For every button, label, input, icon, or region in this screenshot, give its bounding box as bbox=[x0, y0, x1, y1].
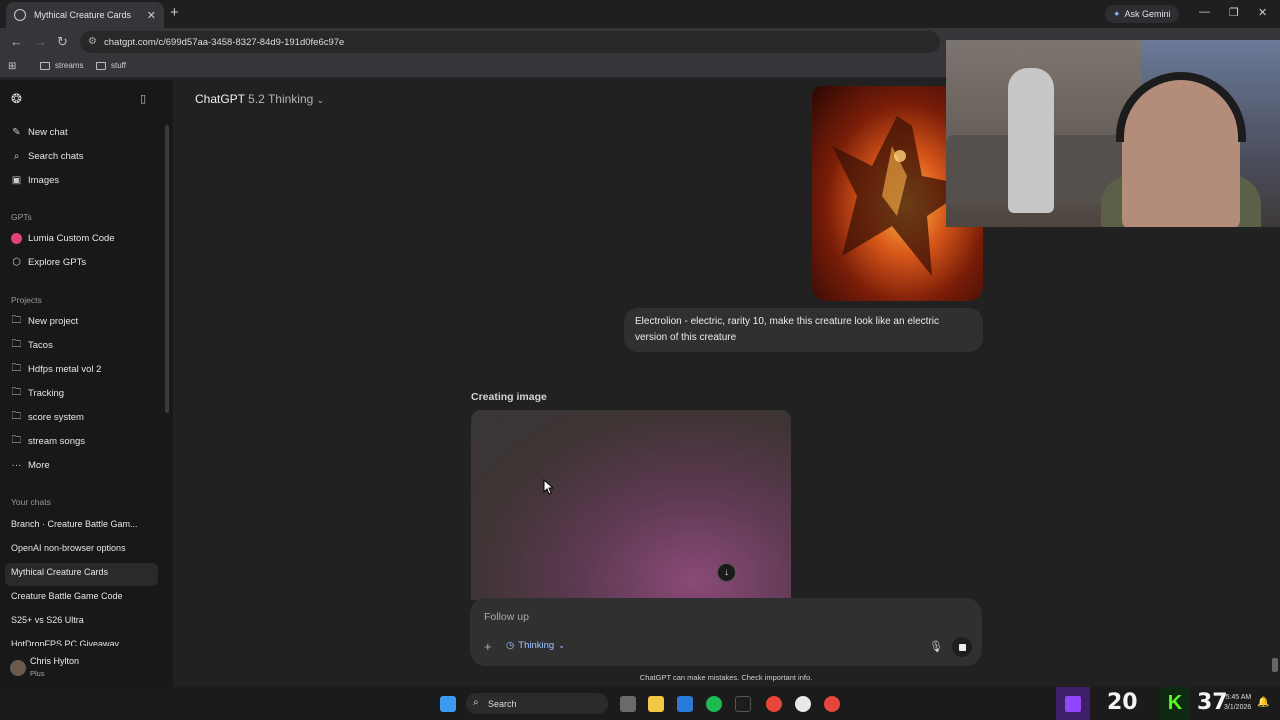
chatgpt-app-icon[interactable] bbox=[795, 696, 811, 712]
webcam-overlay bbox=[946, 40, 1280, 227]
thinking-mode-button[interactable]: ◷ Thinking ⌄ bbox=[506, 640, 565, 651]
spotify-icon[interactable] bbox=[706, 696, 722, 712]
search-icon: ⌕ bbox=[13, 151, 20, 162]
twitch-viewer-count: 20 bbox=[1107, 690, 1138, 715]
sidebar-item-images[interactable]: ▣ Images bbox=[11, 175, 59, 186]
main-scrollbar[interactable] bbox=[1272, 658, 1278, 672]
bookmark-streams[interactable]: streams bbox=[40, 61, 83, 70]
new-tab-icon[interactable]: + bbox=[170, 4, 179, 21]
hudfx-icon[interactable] bbox=[735, 696, 751, 712]
close-sidebar-icon[interactable]: ▯ bbox=[140, 92, 146, 105]
chrome-icon[interactable] bbox=[766, 696, 782, 712]
sidebar-item-new-project[interactable]: 🗀 New project bbox=[11, 315, 79, 327]
folder-icon bbox=[96, 61, 106, 70]
webcam-person-child bbox=[1008, 68, 1054, 213]
sparkle-icon: ✦ bbox=[1113, 8, 1121, 19]
follow-up-input[interactable] bbox=[484, 608, 904, 626]
sidebar-item-tracking[interactable]: 🗀 Tracking bbox=[11, 387, 65, 399]
folder-icon: 🗀 bbox=[11, 411, 22, 422]
notepad-icon[interactable] bbox=[677, 696, 693, 712]
windows-start-icon[interactable] bbox=[440, 696, 456, 712]
your-chats-heading: Your chats bbox=[11, 497, 51, 507]
notification-bell-icon[interactable]: 🔔 bbox=[1257, 697, 1269, 708]
site-info-icon[interactable]: ⚙ bbox=[88, 36, 97, 47]
kick-icon: K bbox=[1160, 687, 1190, 720]
task-view-icon[interactable] bbox=[620, 696, 636, 712]
chevron-down-icon: ⌄ bbox=[316, 95, 325, 105]
back-icon[interactable]: ← bbox=[10, 34, 23, 49]
disclaimer-text: ChatGPT can make mistakes. Check importa… bbox=[639, 673, 813, 682]
bookmark-stuff[interactable]: stuff bbox=[96, 61, 126, 70]
chat-sidebar: ❂ ▯ ✎ New chat ⌕ Search chats ▣ Images G… bbox=[0, 80, 173, 687]
folder-icon: 🗀 bbox=[11, 363, 22, 374]
image-generation-placeholder bbox=[471, 410, 791, 600]
openai-logo-icon[interactable]: ❂ bbox=[11, 91, 22, 107]
sidebar-item-lumia-custom-code[interactable]: Lumia Custom Code bbox=[11, 233, 115, 244]
sidebar-item-hdfps-metal[interactable]: 🗀 Hdfps metal vol 2 bbox=[11, 363, 102, 375]
taskbar-search[interactable]: ⌕ Search bbox=[466, 693, 608, 714]
reload-icon[interactable]: ↻ bbox=[57, 34, 68, 50]
projects-heading: Projects bbox=[11, 295, 42, 305]
sidebar-item-tacos[interactable]: 🗀 Tacos bbox=[11, 339, 53, 351]
user-plan: Plus bbox=[30, 669, 45, 678]
search-icon: ⌕ bbox=[473, 697, 479, 708]
timer-icon: ◷ bbox=[506, 640, 515, 651]
twitch-icon bbox=[1056, 687, 1090, 720]
microphone-icon[interactable]: 🎙 bbox=[929, 640, 943, 653]
user-profile[interactable]: Chris Hylton Plus bbox=[0, 650, 173, 687]
avatar bbox=[10, 660, 26, 676]
apps-grid-icon[interactable]: ⊞ bbox=[8, 61, 16, 72]
chat-item[interactable]: OpenAI non-browser options bbox=[11, 543, 126, 553]
taskbar-clock[interactable]: 5:45 AM 3/1/2026 bbox=[1224, 693, 1251, 713]
minimize-icon[interactable]: — bbox=[1199, 6, 1210, 18]
sidebar-item-new-chat[interactable]: ✎ New chat bbox=[11, 127, 67, 138]
chevron-down-icon: ⌄ bbox=[558, 641, 565, 650]
stop-icon bbox=[958, 643, 966, 651]
cube-icon: ⬡ bbox=[12, 257, 21, 268]
user-name: Chris Hylton bbox=[30, 656, 80, 666]
chrome-active-icon[interactable] bbox=[824, 696, 840, 712]
folder-icon bbox=[40, 61, 50, 70]
chat-item-active[interactable]: Mythical Creature Cards bbox=[11, 567, 108, 577]
folder-icon: 🗀 bbox=[11, 339, 22, 350]
more-icon: ··· bbox=[11, 460, 22, 471]
creating-image-status: Creating image bbox=[471, 391, 547, 403]
chat-item[interactable]: HotDropFPS PC Giveaway bbox=[11, 639, 119, 646]
chat-item[interactable]: Creature Battle Game Code bbox=[11, 591, 123, 601]
scroll-down-icon[interactable]: ↓ bbox=[717, 563, 736, 582]
stop-generation-button[interactable] bbox=[952, 637, 972, 657]
chat-item[interactable]: Branch · Creature Battle Gam... bbox=[11, 519, 138, 529]
sidebar-item-stream-songs[interactable]: 🗀 stream songs bbox=[11, 435, 86, 447]
mouse-cursor-icon bbox=[543, 479, 553, 495]
browser-tab[interactable]: Mythical Creature Cards ✕ bbox=[6, 2, 164, 28]
gpt-avatar-icon bbox=[11, 233, 22, 244]
windows-taskbar: ⌕ Search 20 K 37 5:45 AM 3/1/2026 🔔 bbox=[0, 687, 1280, 720]
chat-item[interactable]: S25+ vs S26 Ultra bbox=[11, 615, 84, 625]
ask-gemini-button[interactable]: ✦ Ask Gemini bbox=[1105, 5, 1179, 23]
compose-icon: ✎ bbox=[12, 127, 21, 138]
close-tab-icon[interactable]: ✕ bbox=[147, 9, 156, 22]
folder-plus-icon: 🗀 bbox=[11, 315, 22, 326]
model-selector[interactable]: ChatGPT 5.2 Thinking ⌄ bbox=[195, 92, 324, 106]
sidebar-item-more[interactable]: ··· More bbox=[11, 460, 50, 471]
file-explorer-icon[interactable] bbox=[648, 696, 664, 712]
user-message-bubble: Electrolion - electric, rarity 10, make … bbox=[624, 308, 983, 352]
forward-icon[interactable]: → bbox=[34, 34, 47, 49]
maximize-icon[interactable]: ❐ bbox=[1229, 6, 1239, 19]
folder-icon: 🗀 bbox=[11, 435, 22, 446]
tab-title: Mythical Creature Cards bbox=[34, 10, 132, 20]
gpts-heading: GPTs bbox=[11, 212, 32, 222]
sidebar-item-score-system[interactable]: 🗀 score system bbox=[11, 411, 84, 423]
plus-icon[interactable]: + bbox=[484, 639, 492, 654]
folder-icon: 🗀 bbox=[11, 387, 22, 398]
close-window-icon[interactable]: ✕ bbox=[1258, 6, 1267, 19]
sidebar-scrollbar[interactable] bbox=[165, 125, 169, 413]
sidebar-item-explore-gpts[interactable]: ⬡ Explore GPTs bbox=[11, 257, 86, 268]
composer: + ◷ Thinking ⌄ 🎙 bbox=[470, 598, 982, 666]
sidebar-item-search-chats[interactable]: ⌕ Search chats bbox=[11, 151, 84, 162]
image-icon: ▣ bbox=[11, 175, 22, 186]
url-field[interactable]: ⚙ chatgpt.com/c/699d57aa-3458-8327-84d9-… bbox=[80, 31, 940, 53]
chatgpt-favicon-icon bbox=[14, 9, 26, 21]
browser-tab-bar: Mythical Creature Cards ✕ + ✦ Ask Gemini… bbox=[0, 0, 1280, 28]
